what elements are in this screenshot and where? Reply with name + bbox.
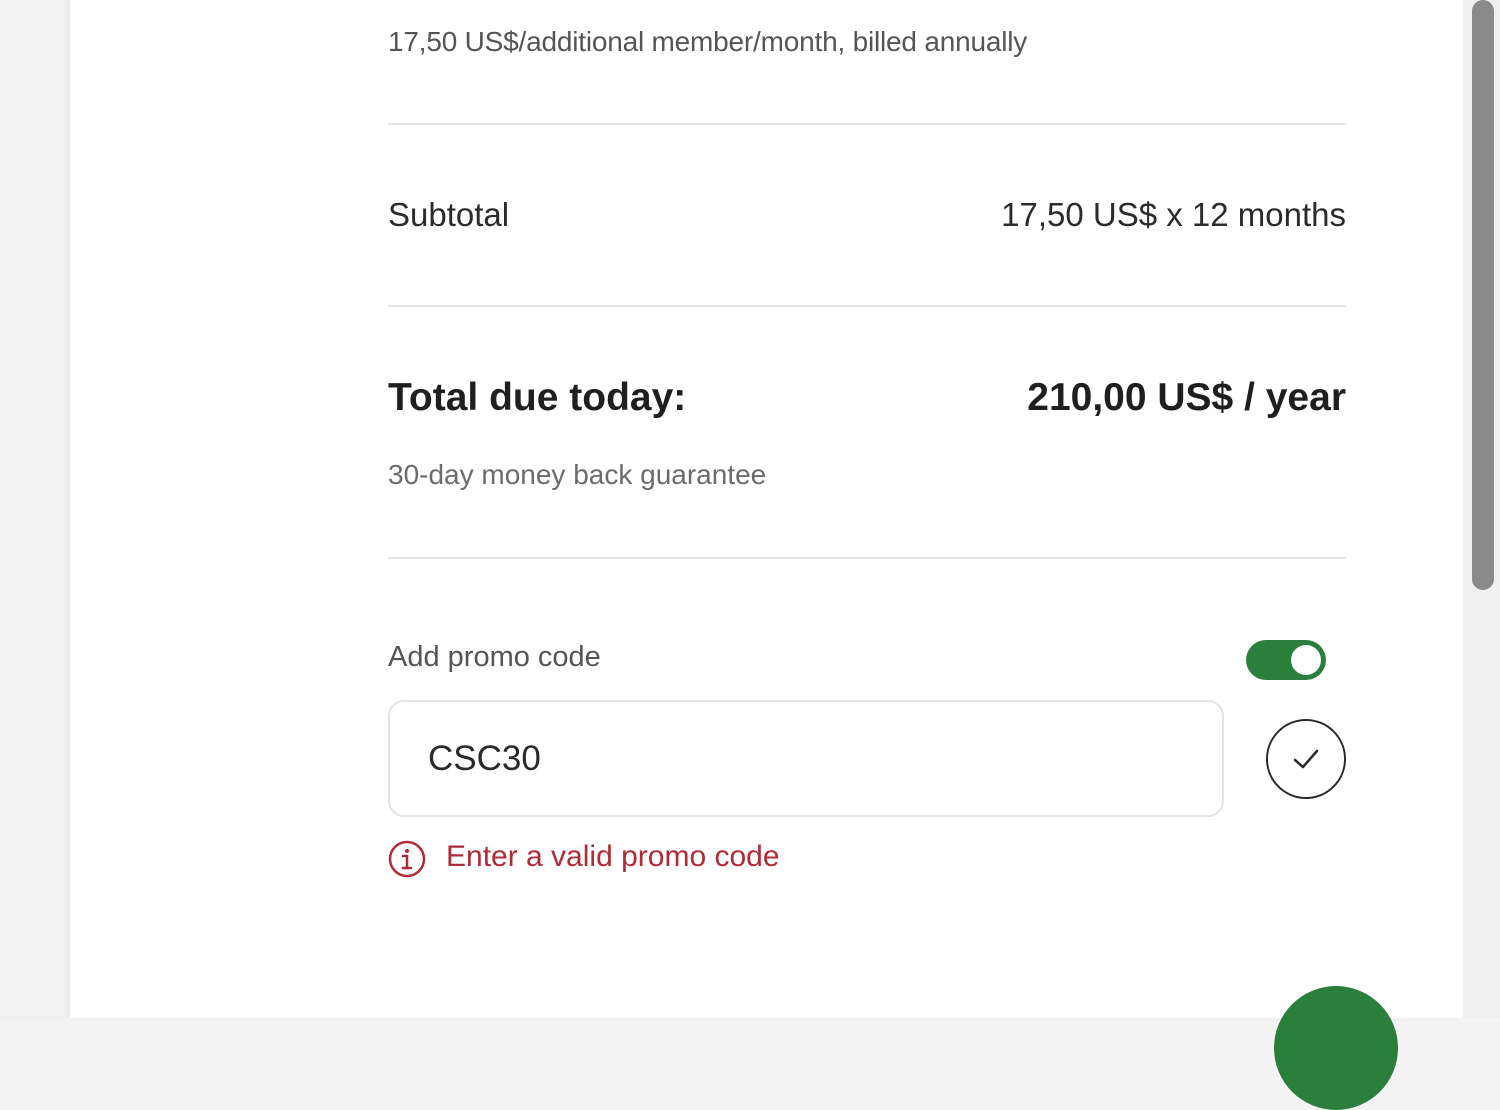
promo-code-label: Add promo code (388, 641, 601, 673)
promo-code-input[interactable] (388, 700, 1224, 817)
divider (388, 123, 1346, 125)
total-value: 210,00 US$ / year (1027, 376, 1346, 419)
info-icon (388, 840, 426, 878)
billing-note: 17,50 US$/additional member/month, bille… (388, 26, 1028, 57)
checkmark-icon (1293, 749, 1319, 769)
subtotal-label: Subtotal (388, 196, 510, 233)
money-back-guarantee: 30-day money back guarantee (388, 459, 767, 490)
divider (388, 305, 1346, 307)
continue-button[interactable] (1274, 986, 1398, 1110)
promo-code-toggle[interactable] (1246, 640, 1326, 680)
subtotal-value: 17,50 US$ x 12 months (1001, 196, 1346, 233)
scrollbar-thumb[interactable] (1472, 0, 1494, 590)
divider (388, 557, 1346, 559)
promo-error-text: Enter a valid promo code (446, 840, 780, 873)
toggle-knob (1291, 645, 1321, 675)
apply-promo-button[interactable] (1266, 719, 1346, 799)
total-label: Total due today: (388, 376, 687, 419)
